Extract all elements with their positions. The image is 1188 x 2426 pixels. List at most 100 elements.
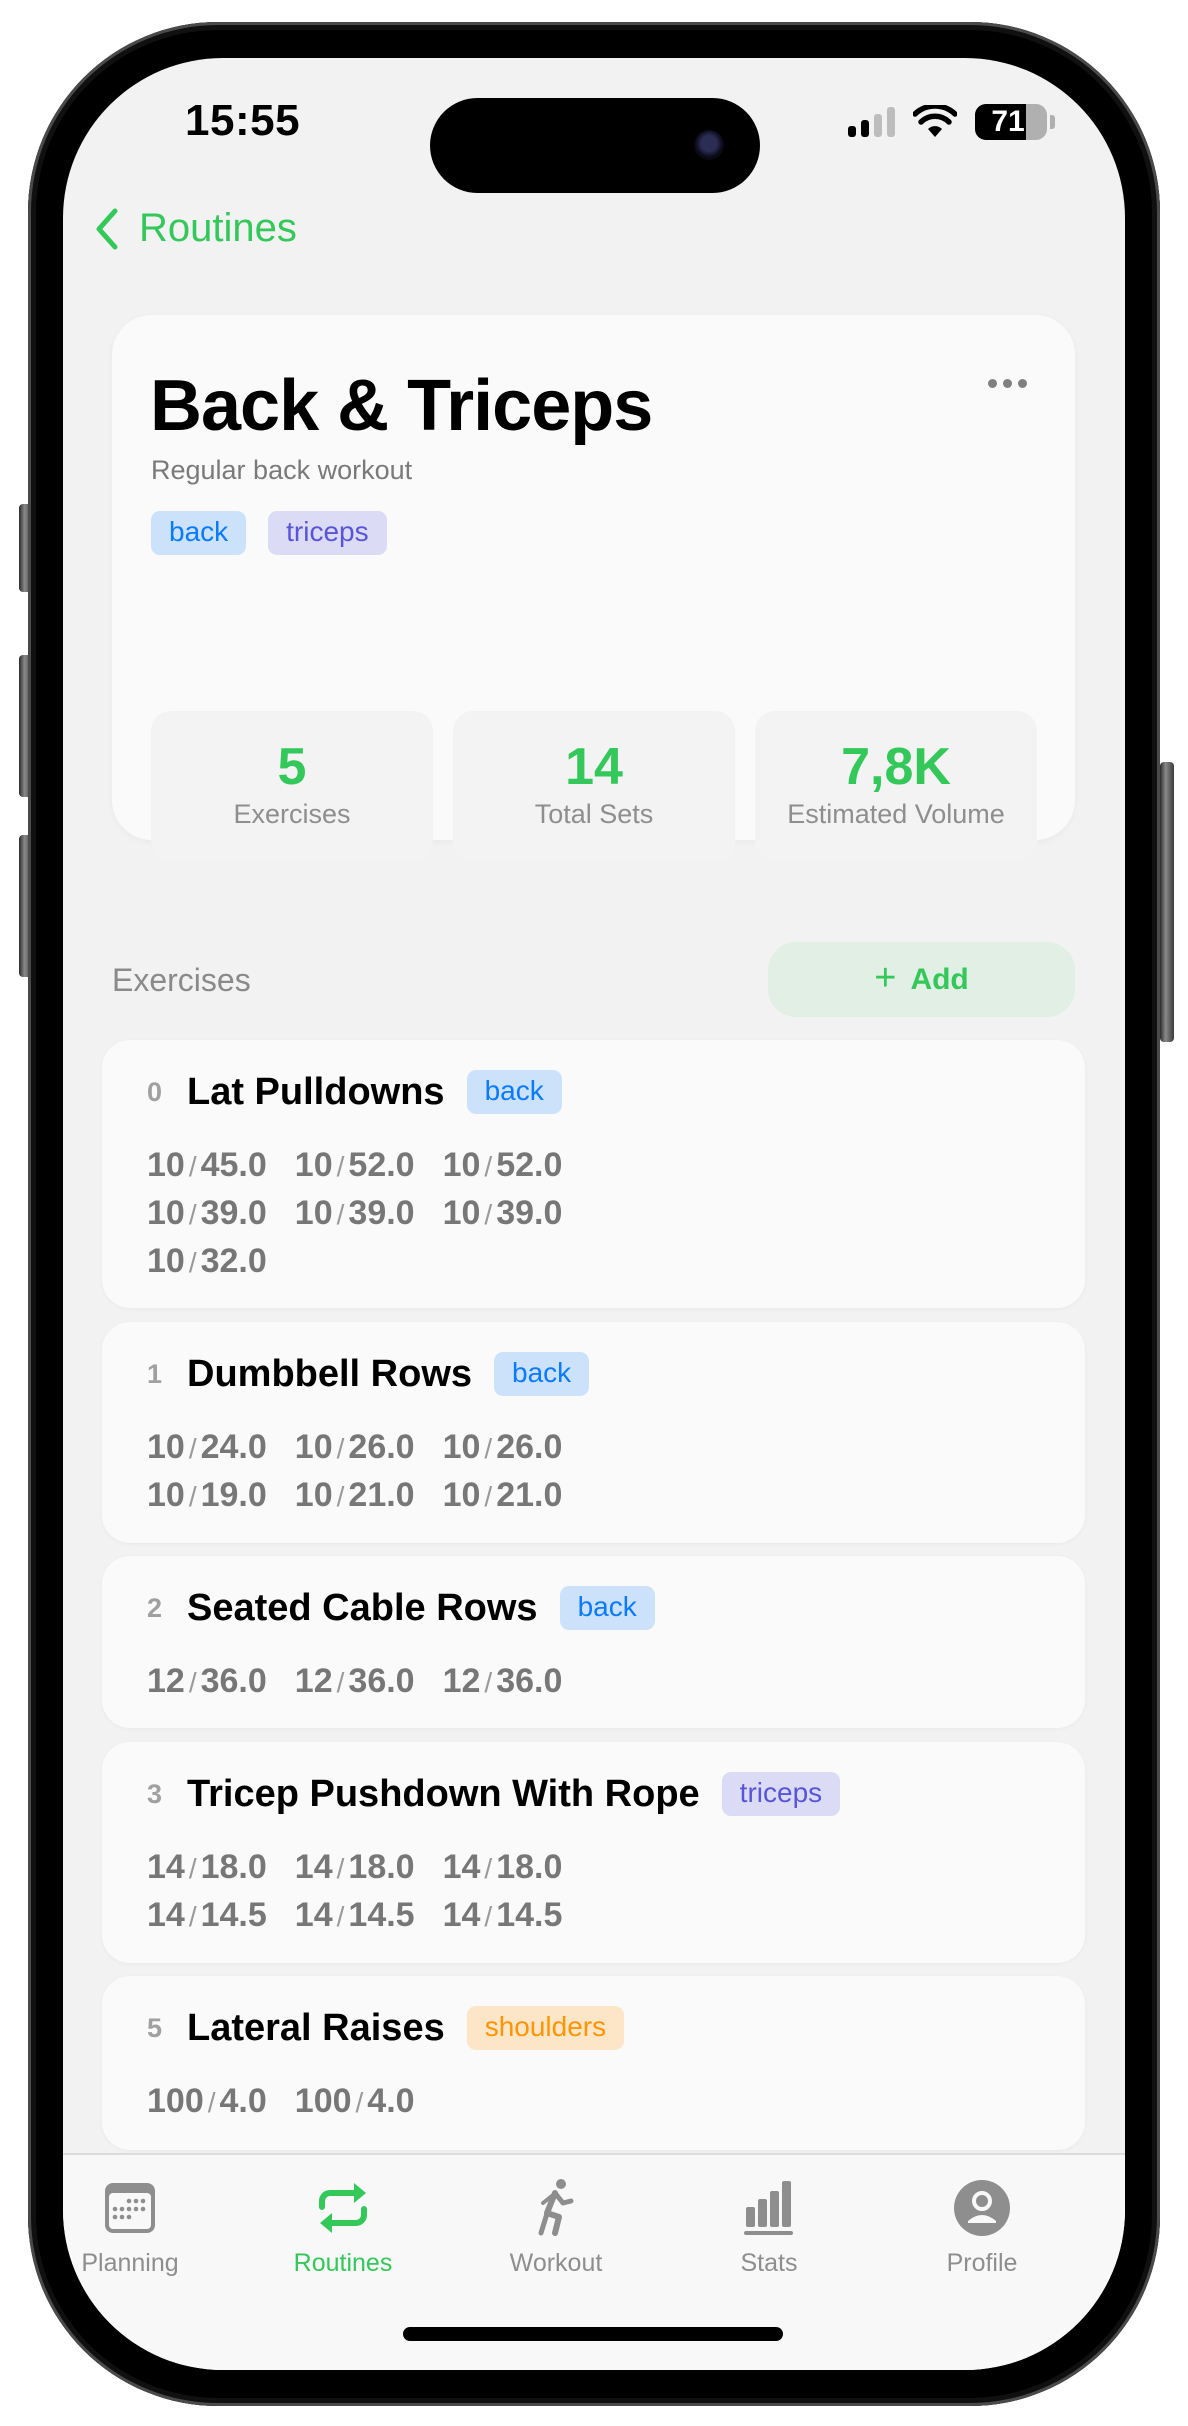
- set-reps: 10: [294, 1428, 333, 1466]
- set-reps: 10: [147, 1194, 185, 1232]
- set-item: 10/32.0: [147, 1240, 267, 1284]
- set-reps: 10: [294, 1476, 333, 1514]
- routine-header-card: Back & Triceps Regular back workout back…: [112, 315, 1075, 861]
- set-weight: 21.0: [348, 1476, 415, 1514]
- exercise-name: Dumbbell Rows: [187, 1352, 473, 1395]
- routine-stats: 5 Exercises 14 Total Sets 7,8K Estimated…: [151, 711, 1037, 861]
- calendar-icon: [105, 2183, 155, 2233]
- set-reps: 12: [294, 1662, 333, 1700]
- ellipsis-icon: [988, 379, 997, 388]
- stat-exercises: 5 Exercises: [151, 711, 433, 861]
- set-weight: 39.0: [496, 1194, 563, 1232]
- plus-icon: +: [874, 956, 897, 999]
- stat-label: Exercises: [233, 799, 351, 829]
- stat-label: Total Sets: [534, 799, 654, 829]
- set-reps: 10: [442, 1476, 481, 1514]
- home-indicator[interactable]: [403, 2327, 783, 2341]
- battery-percent: 71: [991, 105, 1025, 138]
- tab-routines[interactable]: Routines: [263, 2177, 423, 2278]
- set-weight: 52.0: [348, 1146, 415, 1184]
- tab-label: Stats: [740, 2249, 798, 2277]
- set-separator: /: [188, 1247, 197, 1278]
- muscle-tag: shoulders: [466, 2006, 625, 2050]
- camera-icon: [694, 130, 724, 160]
- set-item: 10/24.0: [147, 1426, 267, 1470]
- exercise-name: Lateral Raises: [187, 2006, 445, 2049]
- set-separator: /: [484, 1853, 493, 1884]
- set-weight: 24.0: [200, 1428, 267, 1466]
- exercise-header: 1 Dumbbell Rows back: [147, 1352, 590, 1396]
- set-weight: 18.0: [348, 1848, 415, 1886]
- exercise-card[interactable]: 3 Tricep Pushdown With Rope triceps 14/18.0…: [102, 1742, 1085, 1963]
- set-separator: /: [336, 1667, 345, 1698]
- exercise-header: 3 Tricep Pushdown With Rope triceps: [147, 1772, 841, 1816]
- set-item: 10/52.0: [295, 1144, 415, 1188]
- tab-planning[interactable]: Planning: [63, 2177, 210, 2278]
- set-separator: /: [484, 1199, 493, 1230]
- exercise-card[interactable]: 2 Seated Cable Rows back 12/36.0 12/36.0 12/3…: [102, 1556, 1085, 1728]
- tab-workout[interactable]: Workout: [476, 2177, 636, 2278]
- tab-stats[interactable]: Stats: [689, 2177, 849, 2278]
- muscle-tag: back: [559, 1586, 655, 1630]
- set-item: 12/36.0: [147, 1660, 267, 1704]
- set-weight: 52.0: [496, 1146, 563, 1184]
- set-item: 10/52.0: [443, 1144, 563, 1188]
- set-reps: 10: [294, 1194, 333, 1232]
- set-weight: 45.0: [200, 1146, 267, 1184]
- exercise-card[interactable]: 0 Lat Pulldowns back 10/45.0 10/52.0 10/52.0 1…: [102, 1040, 1085, 1308]
- back-button[interactable]: Routines: [93, 206, 297, 251]
- set-separator: /: [336, 1853, 345, 1884]
- stat-value: 7,8K: [841, 738, 951, 796]
- exercise-sets: 10/45.0 10/52.0 10/52.0 10/39.0 10/39.0 10/39…: [147, 1144, 562, 1284]
- set-weight: 26.0: [348, 1428, 415, 1466]
- status-time: 15:55: [185, 96, 301, 145]
- set-reps: 10: [147, 1428, 185, 1466]
- exercise-name: Seated Cable Rows: [187, 1586, 538, 1629]
- set-weight: 4.0: [219, 2082, 267, 2120]
- tab-profile[interactable]: Profile: [902, 2177, 1062, 2278]
- set-item: 14/14.5: [443, 1894, 563, 1938]
- set-reps: 10: [147, 1242, 185, 1280]
- muscle-tag: triceps: [721, 1772, 841, 1816]
- set-item: 10/19.0: [147, 1474, 267, 1518]
- exercise-card[interactable]: 5 Lateral Raises shoulders 100/4.0 100/4.0: [102, 1976, 1085, 2150]
- muscle-tag: back: [494, 1352, 590, 1396]
- set-separator: /: [188, 1199, 197, 1230]
- set-reps: 10: [442, 1146, 481, 1184]
- back-label: Routines: [139, 206, 297, 250]
- stat-estimated-volume: 7,8K Estimated Volume: [755, 711, 1037, 861]
- set-separator: /: [484, 1481, 493, 1512]
- tab-label: Planning: [81, 2249, 179, 2277]
- set-item: 10/21.0: [443, 1474, 563, 1518]
- running-figure-icon: [538, 2179, 574, 2236]
- exercise-name: Tricep Pushdown With Rope: [187, 1772, 700, 1815]
- stat-label: Estimated Volume: [787, 799, 1005, 829]
- more-options-button[interactable]: [982, 373, 1033, 394]
- set-reps: 12: [147, 1662, 185, 1700]
- add-exercise-button[interactable]: + Add: [768, 942, 1075, 1017]
- set-item: 14/18.0: [295, 1846, 415, 1890]
- repeat-icon: [319, 2183, 367, 2233]
- set-item: 10/39.0: [147, 1192, 267, 1236]
- exercise-index: 3: [147, 1778, 163, 1809]
- set-weight: 14.5: [200, 1896, 267, 1934]
- set-separator: /: [336, 1199, 345, 1230]
- routine-description: Regular back workout: [151, 455, 413, 485]
- power-button: [1160, 762, 1174, 1042]
- set-reps: 10: [147, 1476, 185, 1514]
- set-reps: 14: [147, 1848, 185, 1886]
- set-separator: /: [188, 1901, 197, 1932]
- tab-label: Workout: [509, 2249, 603, 2277]
- exercise-sets: 12/36.0 12/36.0 12/36.0: [147, 1660, 562, 1704]
- set-weight: 26.0: [496, 1428, 563, 1466]
- exercise-header: 2 Seated Cable Rows back: [147, 1586, 655, 1630]
- set-weight: 14.5: [496, 1896, 563, 1934]
- stat-value: 5: [277, 738, 307, 796]
- person-circle-icon: [954, 2180, 1010, 2236]
- exercise-name: Lat Pulldowns: [187, 1070, 445, 1113]
- exercise-card[interactable]: 1 Dumbbell Rows back 10/24.0 10/26.0 10/26.0 1…: [102, 1322, 1085, 1543]
- set-separator: /: [484, 1667, 493, 1698]
- set-item: 10/45.0: [147, 1144, 267, 1188]
- set-reps: 12: [442, 1662, 481, 1700]
- set-separator: /: [484, 1433, 493, 1464]
